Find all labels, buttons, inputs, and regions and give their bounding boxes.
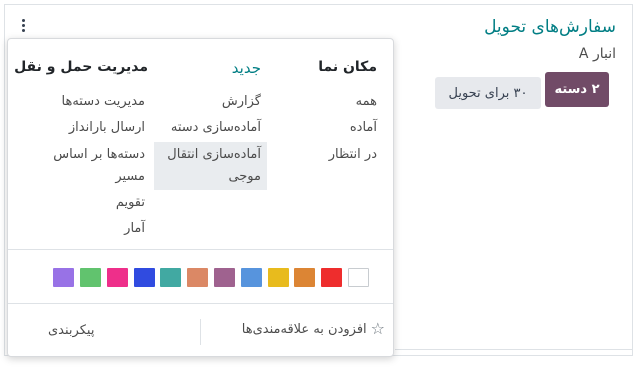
view-waiting-item[interactable]: در انتظار [329,144,377,166]
color-swatch[interactable] [53,268,75,287]
view-ready-item[interactable]: آماده [350,117,377,139]
color-swatch[interactable] [214,268,235,287]
star-icon: ☆ [370,319,385,338]
view-heading: مکان نما [318,59,377,75]
add-to-favorites-button[interactable]: ☆ افزودن به علاقه‌مندی‌ها [242,321,385,337]
new-wave-prep-item[interactable]: آماده‌سازی انتقال موجی [154,142,267,190]
color-swatch[interactable] [80,268,101,287]
dock-dispatch-item[interactable]: ارسال بارانداز [69,117,145,139]
new-heading: جدید [231,59,261,77]
batches-by-route-item[interactable]: دسته‌ها بر اساس مسیر [50,144,145,188]
statistics-item[interactable]: آمار [124,218,145,240]
color-swatch[interactable] [294,268,316,287]
card-subtitle: انبار A [578,46,616,62]
calendar-item[interactable]: تقویم [116,192,145,214]
color-swatch[interactable] [321,268,343,287]
color-swatch[interactable] [106,268,128,287]
ready-to-deliver-button[interactable]: ۳۰ برای تحویل [435,77,541,109]
color-swatch[interactable] [348,268,369,287]
kebab-menu-icon[interactable] [16,14,30,36]
card-divider [395,349,633,350]
view-all-item[interactable]: همه [356,91,377,113]
manage-batches-item[interactable]: مدیریت دسته‌ها [62,91,145,113]
card-dropdown-menu: مکان نما همه آماده در انتظار جدید گزارش … [7,38,394,357]
batches-button[interactable]: ۲ دسته [545,72,609,107]
menu-divider-bottom [8,303,393,304]
color-swatch[interactable] [267,268,289,287]
add-to-favorites-label: افزودن به علاقه‌مندی‌ها [241,321,367,337]
color-swatch[interactable] [240,268,262,287]
color-swatch[interactable] [133,268,155,287]
color-swatch[interactable] [160,268,182,287]
menu-divider-top [8,249,393,250]
configure-button[interactable]: پیکربندی [48,323,94,338]
footer-separator [200,319,201,345]
color-swatch[interactable] [187,268,209,287]
logistics-heading: مدیریت حمل و نقل [14,59,148,75]
new-batch-prep-item[interactable]: آماده‌سازی دسته [171,117,261,139]
card-title[interactable]: سفارش‌های تحویل [484,17,616,37]
new-report-item[interactable]: گزارش [222,91,261,113]
